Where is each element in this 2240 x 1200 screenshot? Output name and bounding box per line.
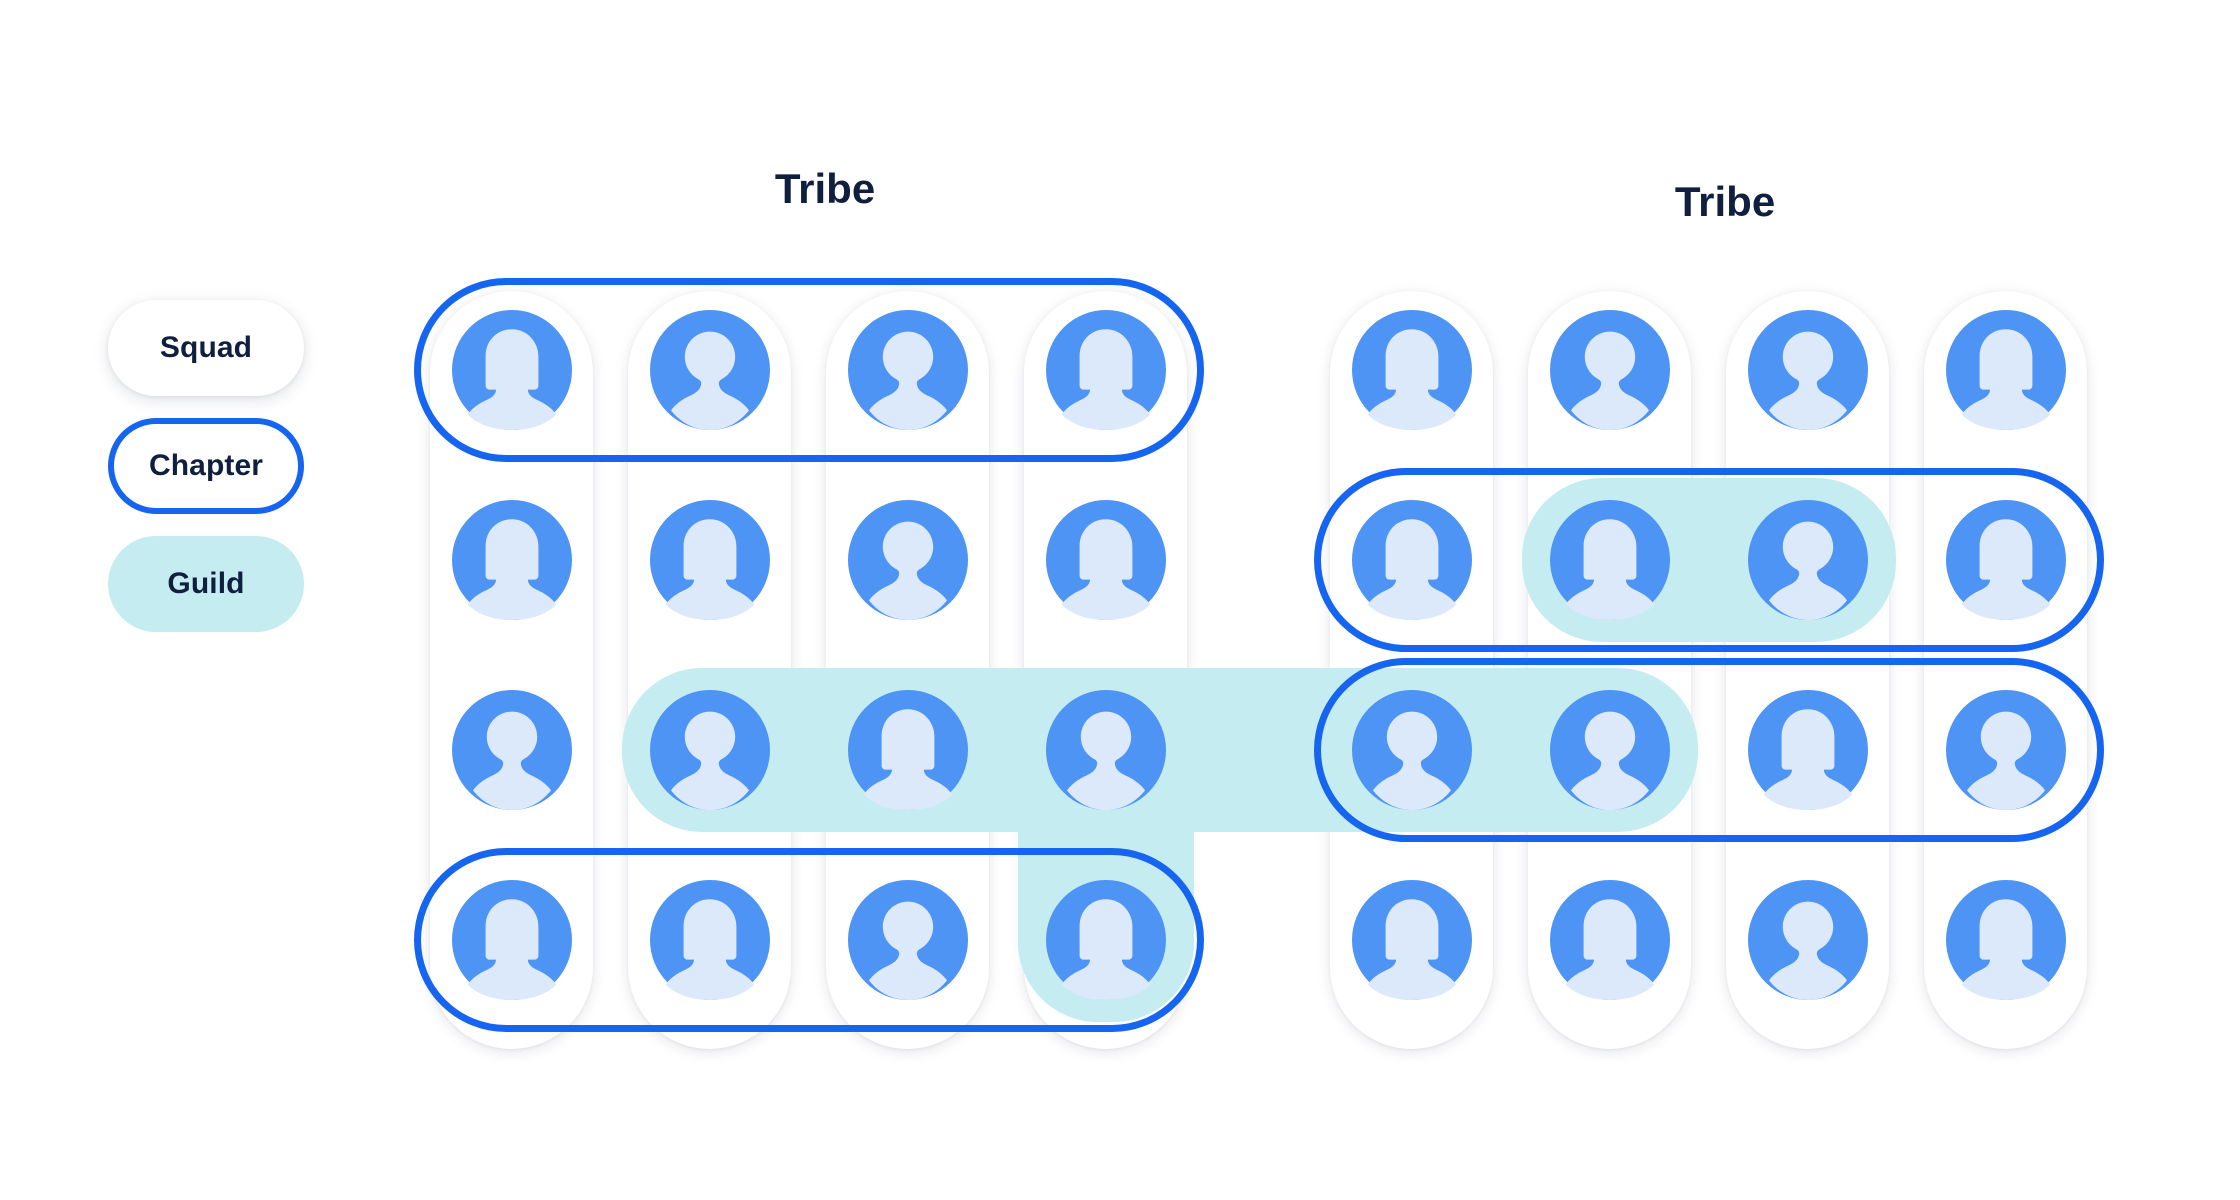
tribe-title: Tribe — [774, 165, 876, 212]
legend-label-chapter: Chapter — [148, 449, 264, 482]
tribe-member-grid — [1190, 291, 2120, 1049]
person-avatar-bob-icon[interactable] — [1352, 500, 1472, 620]
person-avatar-bob-icon[interactable] — [1550, 500, 1670, 620]
tribe-group-1: Tribe — [414, 165, 1360, 1049]
person-avatar-bob-icon[interactable] — [1946, 500, 2066, 620]
person-avatar-round-icon[interactable] — [1550, 690, 1670, 810]
person-avatar-bob-icon[interactable] — [650, 500, 770, 620]
person-avatar-round-icon[interactable] — [1046, 690, 1166, 810]
person-avatar-round-icon[interactable] — [848, 500, 968, 620]
person-avatar-bob-icon[interactable] — [1046, 880, 1166, 1000]
person-avatar-round-icon[interactable] — [1748, 310, 1868, 430]
person-avatar-bob-icon[interactable] — [848, 690, 968, 810]
tribe-member-grid — [414, 278, 1360, 1049]
person-avatar-bob-icon[interactable] — [452, 500, 572, 620]
tribe-group-2: Tribe — [1190, 178, 2120, 1049]
person-avatar-round-icon[interactable] — [650, 310, 770, 430]
legend-item-guild: Guild — [108, 536, 304, 632]
legend: Squad Chapter Guild — [108, 300, 304, 632]
person-avatar-bob-icon[interactable] — [1352, 880, 1472, 1000]
legend-item-chapter: Chapter — [108, 418, 304, 514]
person-avatar-bob-icon[interactable] — [452, 880, 572, 1000]
person-avatar-bob-icon[interactable] — [1046, 500, 1166, 620]
person-avatar-round-icon[interactable] — [1946, 690, 2066, 810]
person-avatar-round-icon[interactable] — [848, 310, 968, 430]
person-avatar-bob-icon[interactable] — [650, 880, 770, 1000]
person-avatar-bob-icon[interactable] — [1748, 690, 1868, 810]
legend-item-squad: Squad — [108, 300, 304, 396]
person-avatar-round-icon[interactable] — [848, 880, 968, 1000]
tribe-title: Tribe — [1674, 178, 1776, 225]
person-avatar-round-icon[interactable] — [1748, 500, 1868, 620]
legend-label-guild: Guild — [167, 567, 245, 600]
person-avatar-bob-icon[interactable] — [1352, 310, 1472, 430]
person-avatar-round-icon[interactable] — [1352, 690, 1472, 810]
person-avatar-round-icon[interactable] — [1748, 880, 1868, 1000]
person-avatar-bob-icon[interactable] — [452, 310, 572, 430]
person-avatar-bob-icon[interactable] — [1046, 310, 1166, 430]
person-avatar-bob-icon[interactable] — [1946, 310, 2066, 430]
person-avatar-bob-icon[interactable] — [1946, 880, 2066, 1000]
person-avatar-bob-icon[interactable] — [1550, 880, 1670, 1000]
person-avatar-round-icon[interactable] — [452, 690, 572, 810]
diagram-canvas: Squad Chapter Guild Tribe Tribe — [0, 0, 2240, 1200]
person-avatar-round-icon[interactable] — [1550, 310, 1670, 430]
person-avatar-round-icon[interactable] — [650, 690, 770, 810]
legend-label-squad: Squad — [159, 331, 253, 364]
